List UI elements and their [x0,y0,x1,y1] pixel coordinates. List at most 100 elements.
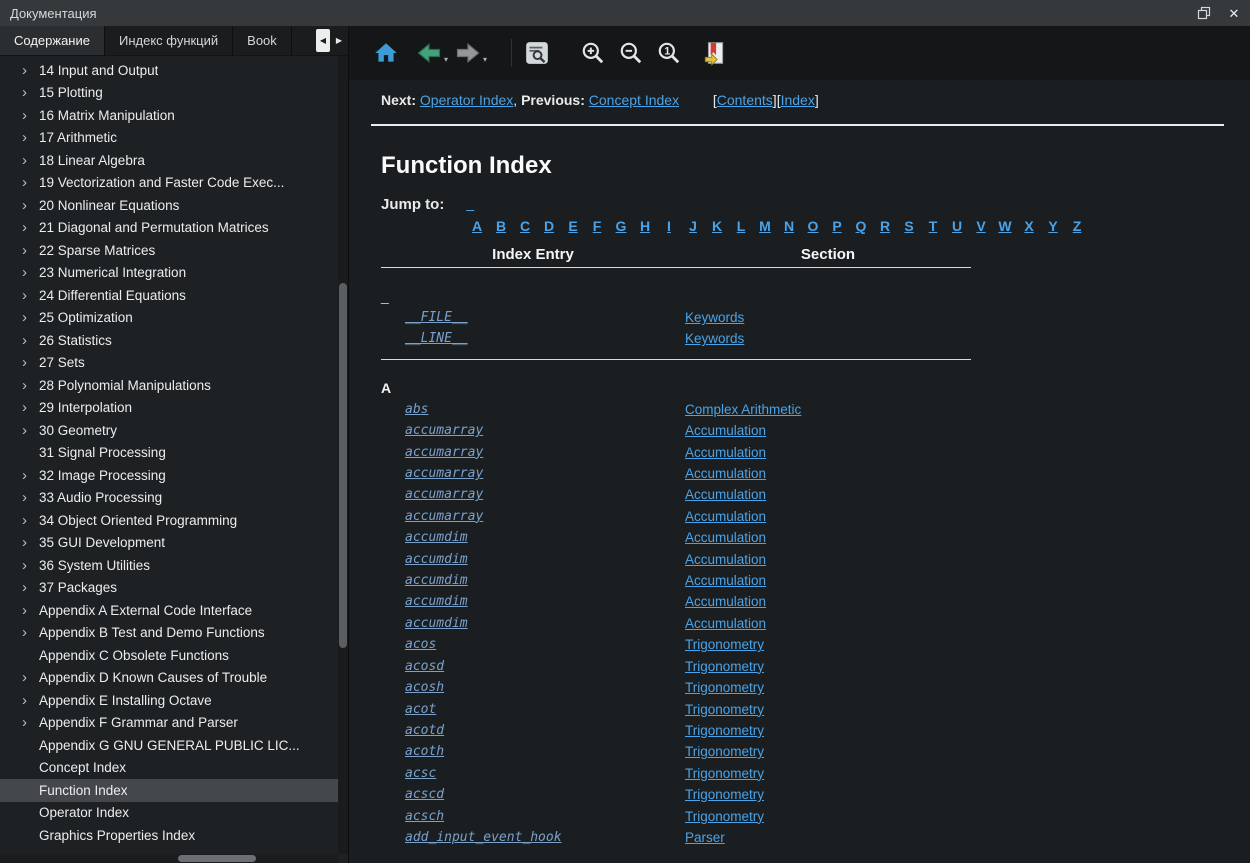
sidebar-item[interactable]: ›Appendix F Grammar and Parser [0,712,338,735]
chevron-right-icon[interactable]: › [22,603,39,618]
letter-link-l[interactable]: L [729,218,753,234]
section-link[interactable]: Trigonometry [685,699,764,720]
letter-link-d[interactable]: D [537,218,561,234]
section-link[interactable]: Trigonometry [685,763,764,784]
letter-link-p[interactable]: P [825,218,849,234]
sidebar-item[interactable]: Concept Index [0,757,338,780]
chevron-right-icon[interactable]: › [22,625,39,640]
function-link[interactable]: accumarray [381,463,483,484]
chevron-right-icon[interactable]: › [22,490,39,505]
sidebar-horizontal-scrollbar[interactable] [0,854,338,863]
sidebar-item[interactable]: ›23 Numerical Integration [0,262,338,285]
letter-link-y[interactable]: Y [1041,218,1065,234]
section-link[interactable]: Trigonometry [685,784,764,805]
letter-link-v[interactable]: V [969,218,993,234]
zoom-out-button[interactable] [618,40,644,66]
sidebar-item[interactable]: Graphics Properties Index [0,824,338,847]
chevron-right-icon[interactable]: › [22,693,39,708]
nav-next-link[interactable]: Operator Index [420,92,513,108]
letter-link-t[interactable]: T [921,218,945,234]
function-link[interactable]: __FILE__ [381,307,468,328]
function-link[interactable]: accumdim [381,549,468,570]
section-link[interactable]: Trigonometry [685,720,764,741]
section-link[interactable]: Accumulation [685,591,766,612]
chevron-right-icon[interactable]: › [22,513,39,528]
function-link[interactable]: accumarray [381,484,483,505]
letter-link-s[interactable]: S [897,218,921,234]
sidebar-item[interactable]: ›36 System Utilities [0,554,338,577]
sidebar-item[interactable]: ›24 Differential Equations [0,284,338,307]
chevron-right-icon[interactable]: › [22,715,39,730]
section-link[interactable]: Accumulation [685,527,766,548]
nav-index-link[interactable]: Index [781,92,815,108]
chevron-right-icon[interactable]: › [22,63,39,78]
function-link[interactable]: acscd [381,784,444,805]
sidebar-item[interactable]: ›25 Optimization [0,307,338,330]
function-link[interactable]: __LINE__ [381,328,468,349]
section-link[interactable]: Keywords [685,307,744,328]
letter-link-b[interactable]: B [489,218,513,234]
letter-link-f[interactable]: F [585,218,609,234]
sidebar-item[interactable]: Function Index [0,779,338,802]
chevron-right-icon[interactable]: › [22,333,39,348]
close-window-button[interactable]: ✕ [1226,5,1242,21]
back-button[interactable]: ▾ [415,40,448,66]
chevron-right-icon[interactable]: › [22,175,39,190]
letter-link-a[interactable]: A [465,218,489,234]
section-link[interactable]: Trigonometry [685,677,764,698]
function-link[interactable]: acos [381,634,436,655]
section-link[interactable]: Accumulation [685,484,766,505]
nav-previous-link[interactable]: Concept Index [589,92,679,108]
letter-link-k[interactable]: K [705,218,729,234]
chevron-right-icon[interactable]: › [22,85,39,100]
section-link[interactable]: Keywords [685,328,744,349]
function-link[interactable]: accumarray [381,442,483,463]
letter-link-m[interactable]: M [753,218,777,234]
chevron-right-icon[interactable]: › [22,198,39,213]
letter-link-c[interactable]: C [513,218,537,234]
sidebar-item[interactable]: Appendix C Obsolete Functions [0,644,338,667]
chevron-right-icon[interactable]: › [22,265,39,280]
sidebar-item[interactable]: ›29 Interpolation [0,397,338,420]
section-link[interactable]: Parser [685,827,725,848]
function-link[interactable]: accumarray [381,420,483,441]
restore-window-button[interactable] [1196,5,1212,21]
sidebar-item[interactable]: Appendix G GNU GENERAL PUBLIC LIC... [0,734,338,757]
function-link[interactable]: accumdim [381,527,468,548]
chevron-right-icon[interactable]: › [22,558,39,573]
function-link[interactable]: acot [381,699,436,720]
home-button[interactable] [373,40,399,66]
sidebar-item[interactable]: ›19 Vectorization and Faster Code Exec..… [0,172,338,195]
letter-link-h[interactable]: H [633,218,657,234]
section-link[interactable]: Accumulation [685,463,766,484]
sidebar-item[interactable]: ›34 Object Oriented Programming [0,509,338,532]
section-link[interactable]: Trigonometry [685,741,764,762]
tab-bookmarks[interactable]: Book [233,26,292,55]
chevron-right-icon[interactable]: › [22,310,39,325]
function-link[interactable]: acosd [381,656,444,677]
sidebar-item[interactable]: ›33 Audio Processing [0,487,338,510]
section-link[interactable]: Accumulation [685,613,766,634]
sidebar-item[interactable]: ›21 Diagonal and Permutation Matrices [0,217,338,240]
sidebar-item[interactable]: ›15 Plotting [0,82,338,105]
function-link[interactable]: acsch [381,806,444,827]
sidebar-item[interactable]: ›22 Sparse Matrices [0,239,338,262]
sidebar-item[interactable]: ›18 Linear Algebra [0,149,338,172]
sidebar-item[interactable]: ›37 Packages [0,577,338,600]
sidebar-item[interactable]: ›Appendix E Installing Octave [0,689,338,712]
section-link[interactable]: Trigonometry [685,806,764,827]
function-link[interactable]: acotd [381,720,444,741]
letter-link-o[interactable]: O [801,218,825,234]
function-link[interactable]: acoth [381,741,444,762]
zoom-in-button[interactable] [580,40,606,66]
sidebar-item[interactable]: ›32 Image Processing [0,464,338,487]
section-link[interactable]: Trigonometry [685,634,764,655]
chevron-right-icon[interactable]: › [22,400,39,415]
function-link[interactable]: accumdim [381,591,468,612]
sidebar-item[interactable]: ›Appendix A External Code Interface [0,599,338,622]
chevron-right-icon[interactable]: › [22,378,39,393]
chevron-right-icon[interactable]: › [22,580,39,595]
chevron-right-icon[interactable]: › [22,153,39,168]
forward-button[interactable]: ▾ [454,40,487,66]
chevron-right-icon[interactable]: › [22,468,39,483]
